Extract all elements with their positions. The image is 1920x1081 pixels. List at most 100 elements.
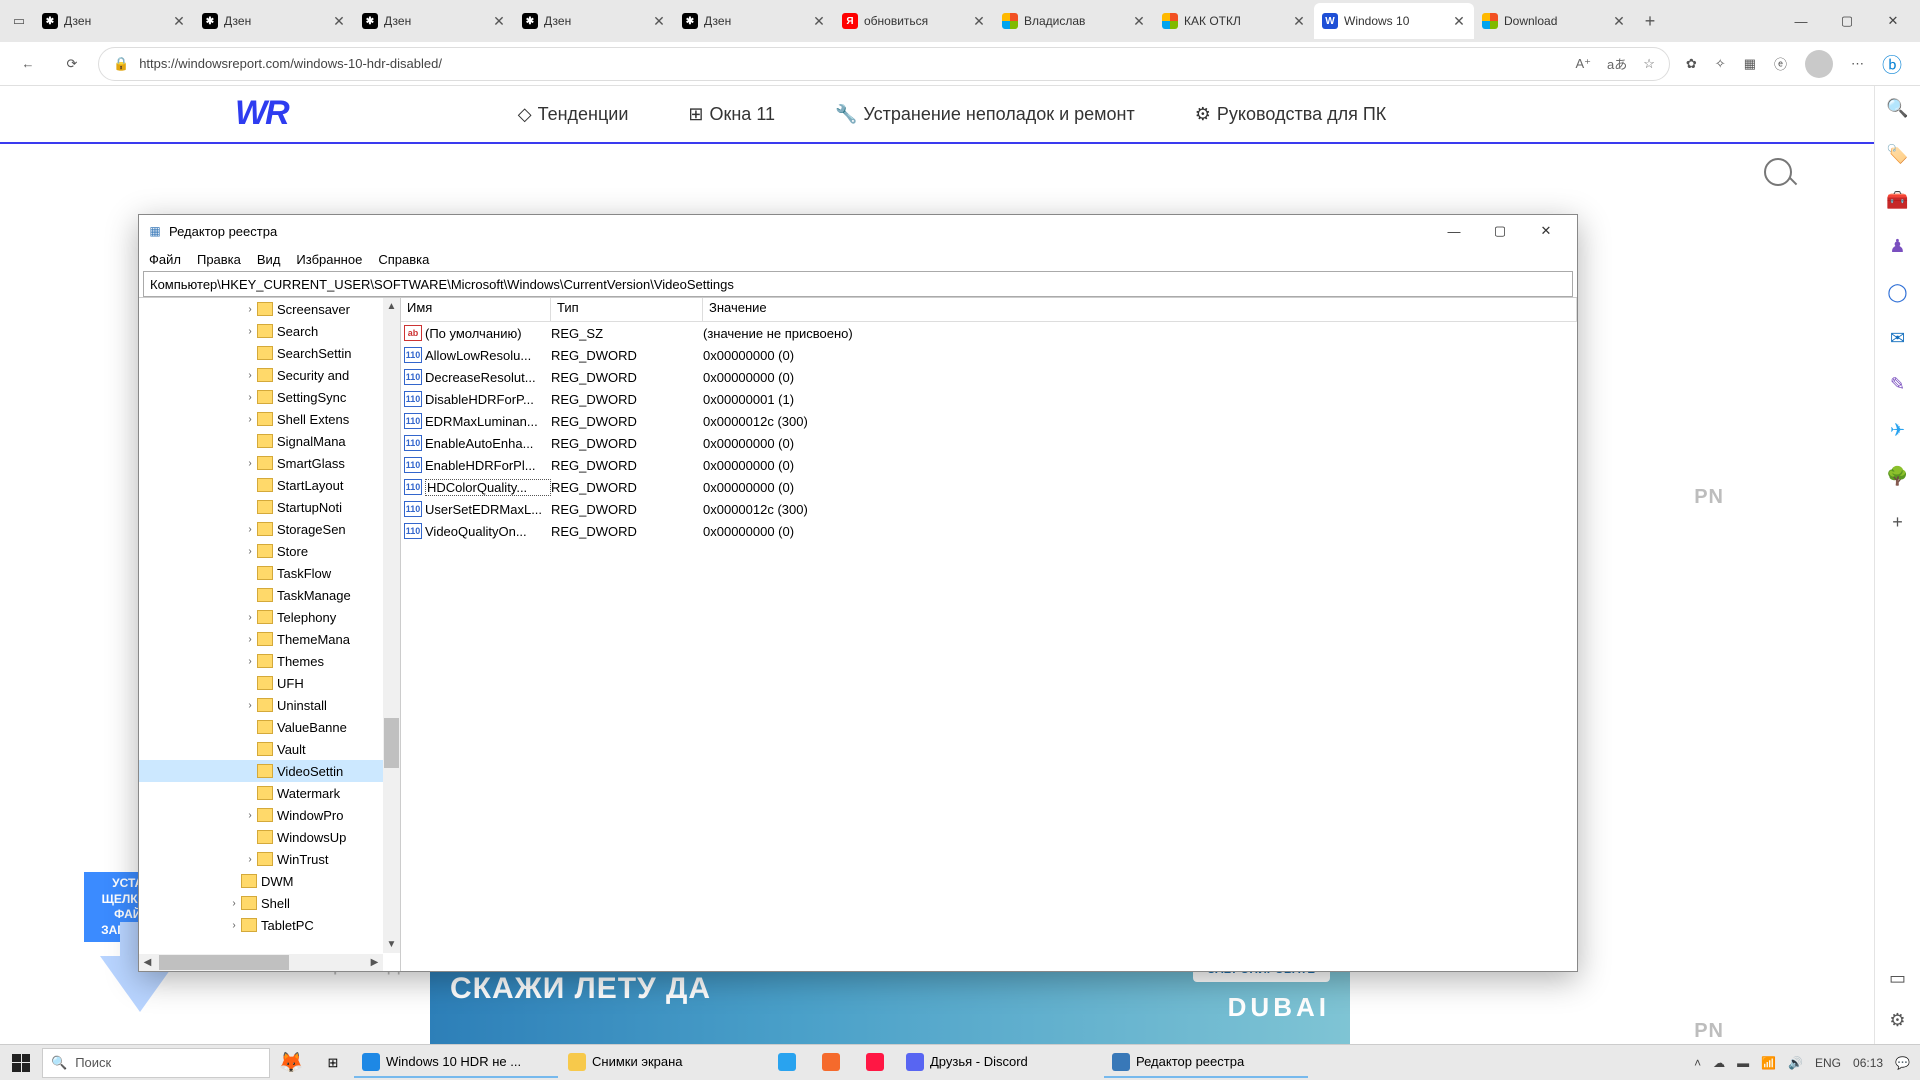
tray-language[interactable]: ENG	[1815, 1056, 1841, 1070]
tree-item[interactable]: ›Search	[139, 320, 383, 342]
col-name[interactable]: Имя	[401, 298, 551, 321]
tree-item[interactable]: ›Themes	[139, 650, 383, 672]
sidebar-add-icon[interactable]: +	[1886, 510, 1910, 534]
menu-item[interactable]: Правка	[197, 252, 241, 267]
cortana-icon[interactable]: 🦊	[270, 1045, 312, 1081]
site-nav-item[interactable]: ⊞Окна 11	[688, 104, 775, 125]
tree-item[interactable]: TaskFlow	[139, 562, 383, 584]
tree-item[interactable]: WindowsUp	[139, 826, 383, 848]
tree-item[interactable]: UFH	[139, 672, 383, 694]
regedit-close-button[interactable]: ✕	[1523, 216, 1569, 246]
sidebar-settings-icon[interactable]: ⚙	[1886, 1008, 1910, 1032]
site-nav-item[interactable]: 🔧Устранение неполадок и ремонт	[835, 104, 1135, 125]
tree-item[interactable]: ›Shell	[139, 892, 383, 914]
tree-item[interactable]: ›WinTrust	[139, 848, 383, 870]
registry-value-row[interactable]: 110EnableAutoEnha...REG_DWORD0x00000000 …	[401, 432, 1577, 454]
tree-hscrollbar[interactable]: ◀ ▶	[139, 954, 383, 971]
menu-item[interactable]: Избранное	[296, 252, 362, 267]
tray-clock[interactable]: 06:13	[1853, 1056, 1883, 1070]
sidebar-games-icon[interactable]: ♟	[1886, 234, 1910, 258]
tree-item[interactable]: ›StorageSen	[139, 518, 383, 540]
tree-chevron-icon[interactable]: ›	[227, 920, 241, 931]
window-maximize-button[interactable]: ▢	[1824, 5, 1870, 37]
tree-chevron-icon[interactable]: ›	[243, 634, 257, 645]
favorites-bar-icon[interactable]: ✧	[1715, 56, 1726, 72]
tree-chevron-icon[interactable]: ›	[243, 854, 257, 865]
tab-close-icon[interactable]: ✕	[1612, 14, 1626, 28]
menu-item[interactable]: Вид	[257, 252, 281, 267]
tab-close-icon[interactable]: ✕	[652, 14, 666, 28]
collections-icon[interactable]: ▦	[1744, 56, 1756, 72]
tab-close-icon[interactable]: ✕	[1292, 14, 1306, 28]
registry-value-row[interactable]: 110UserSetEDRMaxL...REG_DWORD0x0000012c …	[401, 498, 1577, 520]
col-type[interactable]: Тип	[551, 298, 703, 321]
favorite-icon[interactable]: ☆	[1643, 56, 1655, 72]
tab-close-icon[interactable]: ✕	[1132, 14, 1146, 28]
site-search-icon[interactable]	[1764, 158, 1792, 186]
taskbar-task[interactable]	[854, 1048, 896, 1078]
tray-onedrive-icon[interactable]: ☁	[1713, 1056, 1725, 1070]
registry-value-row[interactable]: 110VideoQualityOn...REG_DWORD0x00000000 …	[401, 520, 1577, 542]
taskbar-search[interactable]: 🔍 Поиск	[42, 1048, 270, 1078]
address-bar[interactable]: 🔒 https://windowsreport.com/windows-10-h…	[98, 47, 1670, 81]
read-aloud-icon[interactable]: A⁺	[1575, 56, 1591, 72]
registry-value-row[interactable]: ab(По умолчанию)REG_SZ(значение не присв…	[401, 322, 1577, 344]
window-minimize-button[interactable]: —	[1778, 5, 1824, 37]
tray-wifi-icon[interactable]: 📶	[1761, 1056, 1776, 1070]
taskbar-task[interactable]: Друзья - Discord	[898, 1048, 1102, 1078]
scroll-down-icon[interactable]: ▼	[383, 936, 400, 953]
tree-item[interactable]: ›Store	[139, 540, 383, 562]
menu-item[interactable]: Файл	[149, 252, 181, 267]
browser-tab[interactable]: ✱Дзен✕	[354, 3, 514, 39]
tree-item[interactable]: StartupNoti	[139, 496, 383, 518]
tree-item[interactable]: VideoSettin	[139, 760, 383, 782]
taskbar-task[interactable]	[810, 1048, 852, 1078]
tray-battery-icon[interactable]: ▬	[1737, 1056, 1749, 1070]
back-button[interactable]: ←	[10, 46, 46, 82]
browser-tab[interactable]: WWindows 10✕	[1314, 3, 1474, 39]
sidebar-drop-icon[interactable]: ✎	[1886, 372, 1910, 396]
tree-item[interactable]: Vault	[139, 738, 383, 760]
sidebar-outlook-icon[interactable]: ✉	[1886, 326, 1910, 350]
refresh-button[interactable]: ⟳	[54, 46, 90, 82]
tray-chevron-icon[interactable]: ˄	[1694, 1056, 1701, 1070]
tab-close-icon[interactable]: ✕	[332, 14, 346, 28]
regedit-tree[interactable]: ›Screensaver›SearchSearchSettin›Security…	[139, 298, 401, 971]
tree-chevron-icon[interactable]: ›	[243, 326, 257, 337]
sidebar-shopping-icon[interactable]: 🏷️	[1886, 142, 1910, 166]
browser-tab[interactable]: КАК ОТКЛ✕	[1154, 3, 1314, 39]
tree-hscroll-thumb[interactable]	[159, 955, 289, 970]
new-tab-button[interactable]: +	[1634, 5, 1666, 37]
tree-vscroll-thumb[interactable]	[384, 718, 399, 768]
tab-close-icon[interactable]: ✕	[492, 14, 506, 28]
taskbar-task[interactable]: Редактор реестра	[1104, 1048, 1308, 1078]
tab-close-icon[interactable]: ✕	[972, 14, 986, 28]
tray-volume-icon[interactable]: 🔊	[1788, 1056, 1803, 1070]
scroll-up-icon[interactable]: ▲	[383, 298, 400, 315]
registry-value-row[interactable]: 110AllowLowResolu...REG_DWORD0x00000000 …	[401, 344, 1577, 366]
tab-close-icon[interactable]: ✕	[1452, 14, 1466, 28]
tree-chevron-icon[interactable]: ›	[243, 546, 257, 557]
site-logo[interactable]: WR	[235, 94, 288, 133]
tree-item[interactable]: Watermark	[139, 782, 383, 804]
browser-tab[interactable]: Яобновиться✕	[834, 3, 994, 39]
ie-mode-icon[interactable]: ⓔ	[1774, 54, 1787, 73]
browser-tab[interactable]: ✱Дзен✕	[34, 3, 194, 39]
tree-chevron-icon[interactable]: ›	[243, 370, 257, 381]
bing-icon[interactable]: ⓑ	[1882, 49, 1902, 78]
tree-chevron-icon[interactable]: ›	[243, 392, 257, 403]
browser-tab[interactable]: ✱Дзен✕	[674, 3, 834, 39]
sidebar-hide-icon[interactable]: ▭	[1886, 966, 1910, 990]
scroll-left-icon[interactable]: ◀	[139, 954, 156, 971]
regedit-titlebar[interactable]: ▦ Редактор реестра — ▢ ✕	[139, 215, 1577, 247]
regedit-minimize-button[interactable]: —	[1431, 216, 1477, 246]
browser-tab[interactable]: Владислав✕	[994, 3, 1154, 39]
tray-notifications-icon[interactable]: 💬	[1895, 1056, 1910, 1070]
tab-close-icon[interactable]: ✕	[812, 14, 826, 28]
tree-item[interactable]: ›ThemeMana	[139, 628, 383, 650]
list-header[interactable]: Имя Тип Значение	[401, 298, 1577, 322]
tree-chevron-icon[interactable]: ›	[243, 810, 257, 821]
tree-item[interactable]: StartLayout	[139, 474, 383, 496]
sidebar-telegram-icon[interactable]: ✈	[1886, 418, 1910, 442]
sidebar-office-icon[interactable]: ◯	[1886, 280, 1910, 304]
